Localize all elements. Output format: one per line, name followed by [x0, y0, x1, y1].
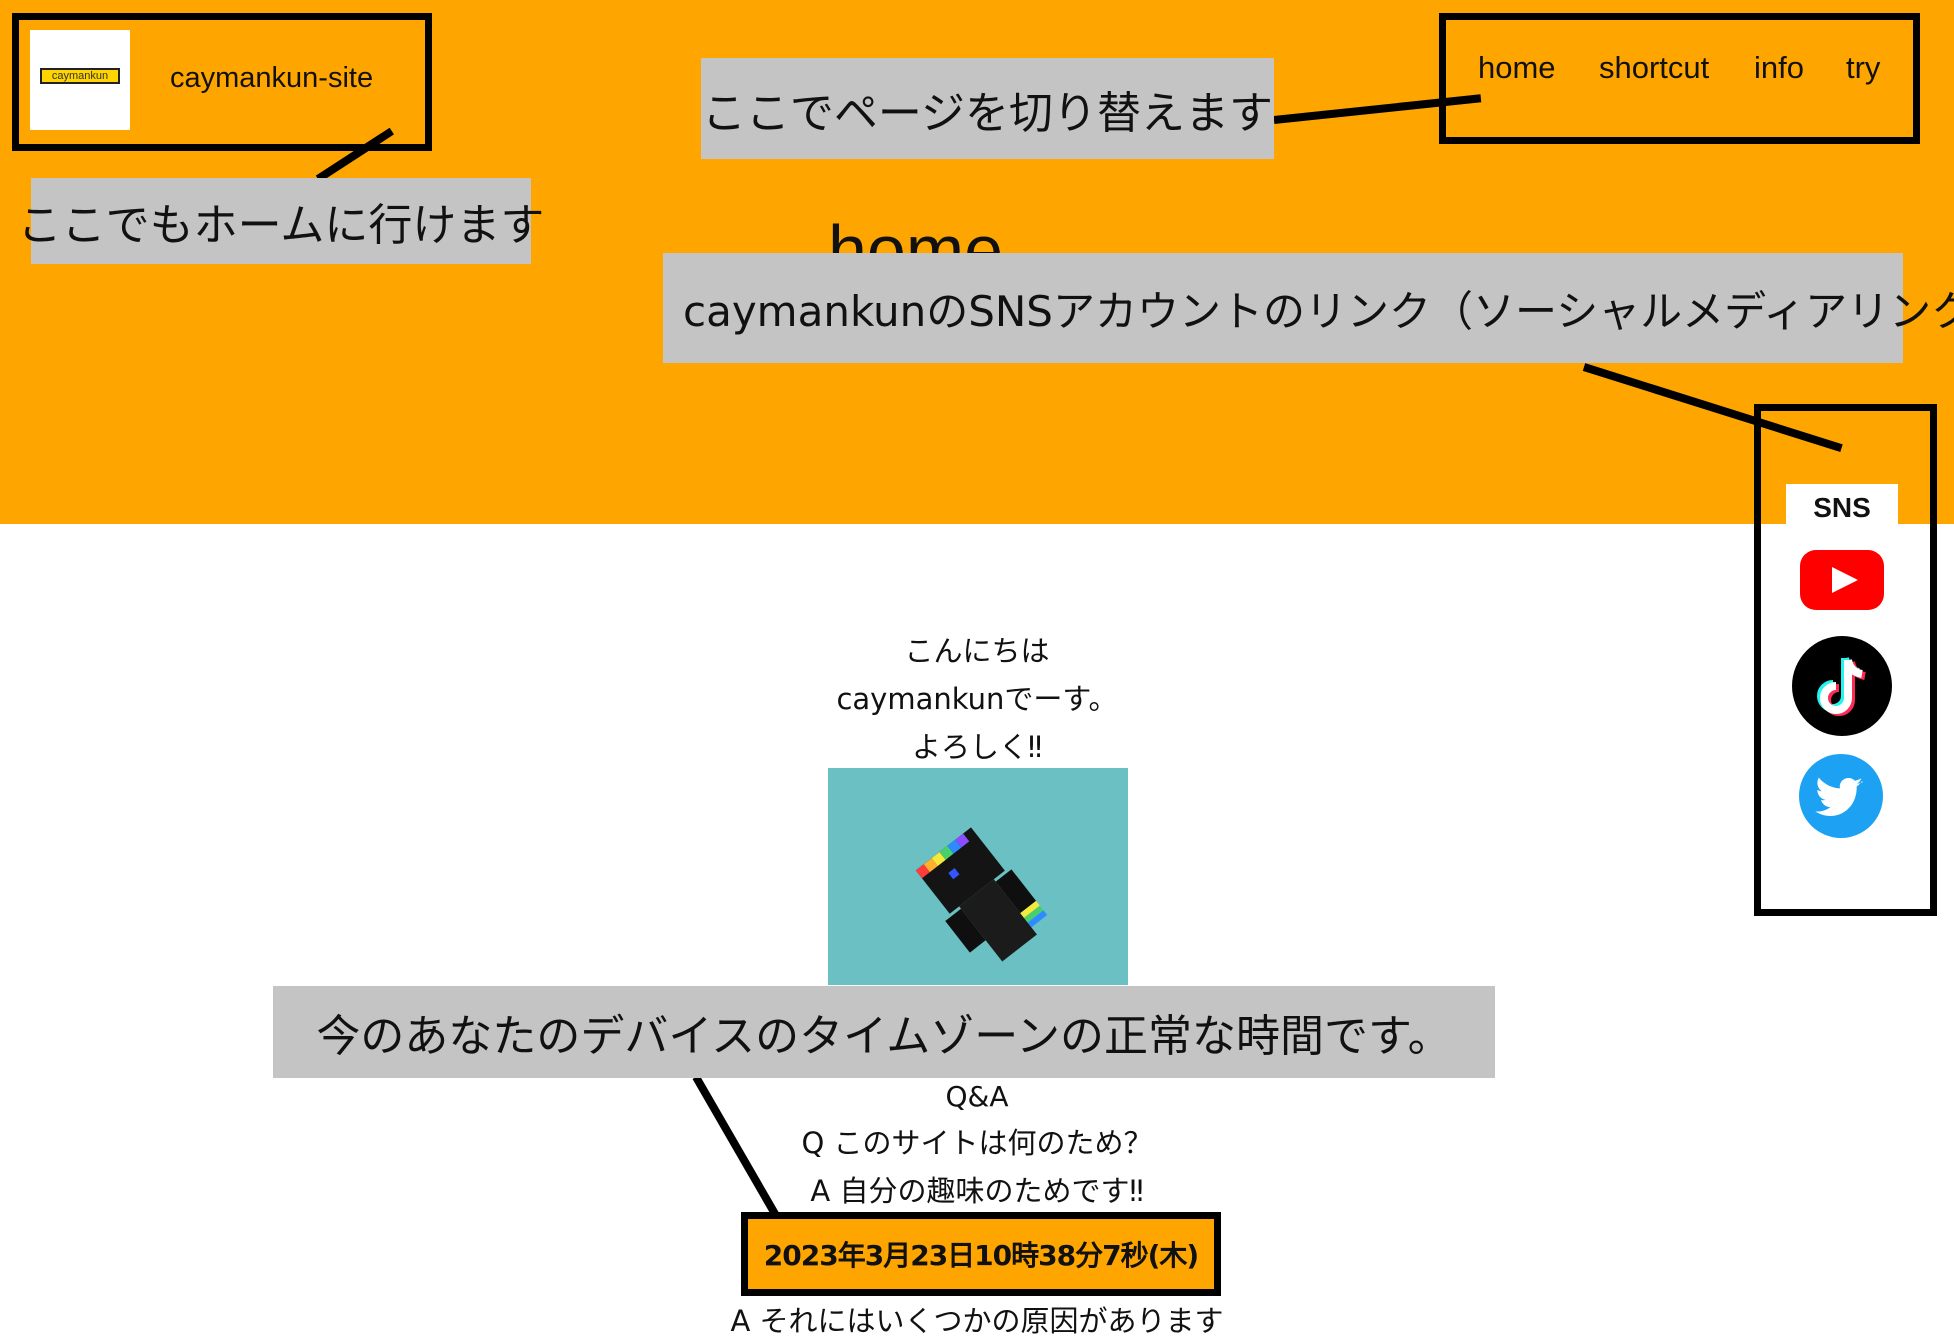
- logo-highlight-frame: [12, 13, 432, 151]
- clock-text: 2023年3月23日10時38分7秒(木): [763, 1239, 1199, 1272]
- greeting-line-3: よろしく‼: [911, 730, 1043, 764]
- sns-title: SNS: [1813, 492, 1871, 523]
- youtube-icon[interactable]: [1800, 550, 1884, 610]
- nav-callout: ここでページを切り替えます: [701, 58, 1274, 159]
- character-image: [828, 768, 1128, 985]
- sns-callout: caymankunのSNSアカウントのリンク（ソーシャルメディアリンク）: [663, 253, 1954, 363]
- qa-question: Q このサイトは何のため？: [801, 1126, 1153, 1160]
- nav-highlight-frame: [1439, 13, 1920, 144]
- twitter-icon[interactable]: [1799, 754, 1883, 838]
- qa-title: Q&A: [945, 1080, 1009, 1113]
- greeting-line-2: caymankunでーす。: [836, 682, 1118, 716]
- sns-panel: SNS: [1786, 484, 1898, 534]
- clock-display: 2023年3月23日10時38分7秒(木): [741, 1212, 1221, 1296]
- footer-text: A それにはいくつかの原因があります: [730, 1304, 1224, 1338]
- greeting-line-1: こんにちは: [904, 634, 1050, 668]
- qa-answer: A 自分の趣味のためです‼: [810, 1174, 1144, 1208]
- character-render-illustration: [915, 827, 1048, 962]
- home-callout: ここでもホームに行けます: [18, 178, 544, 264]
- clock-callout: 今のあなたのデバイスのタイムゾーンの正常な時間です。: [273, 986, 1495, 1078]
